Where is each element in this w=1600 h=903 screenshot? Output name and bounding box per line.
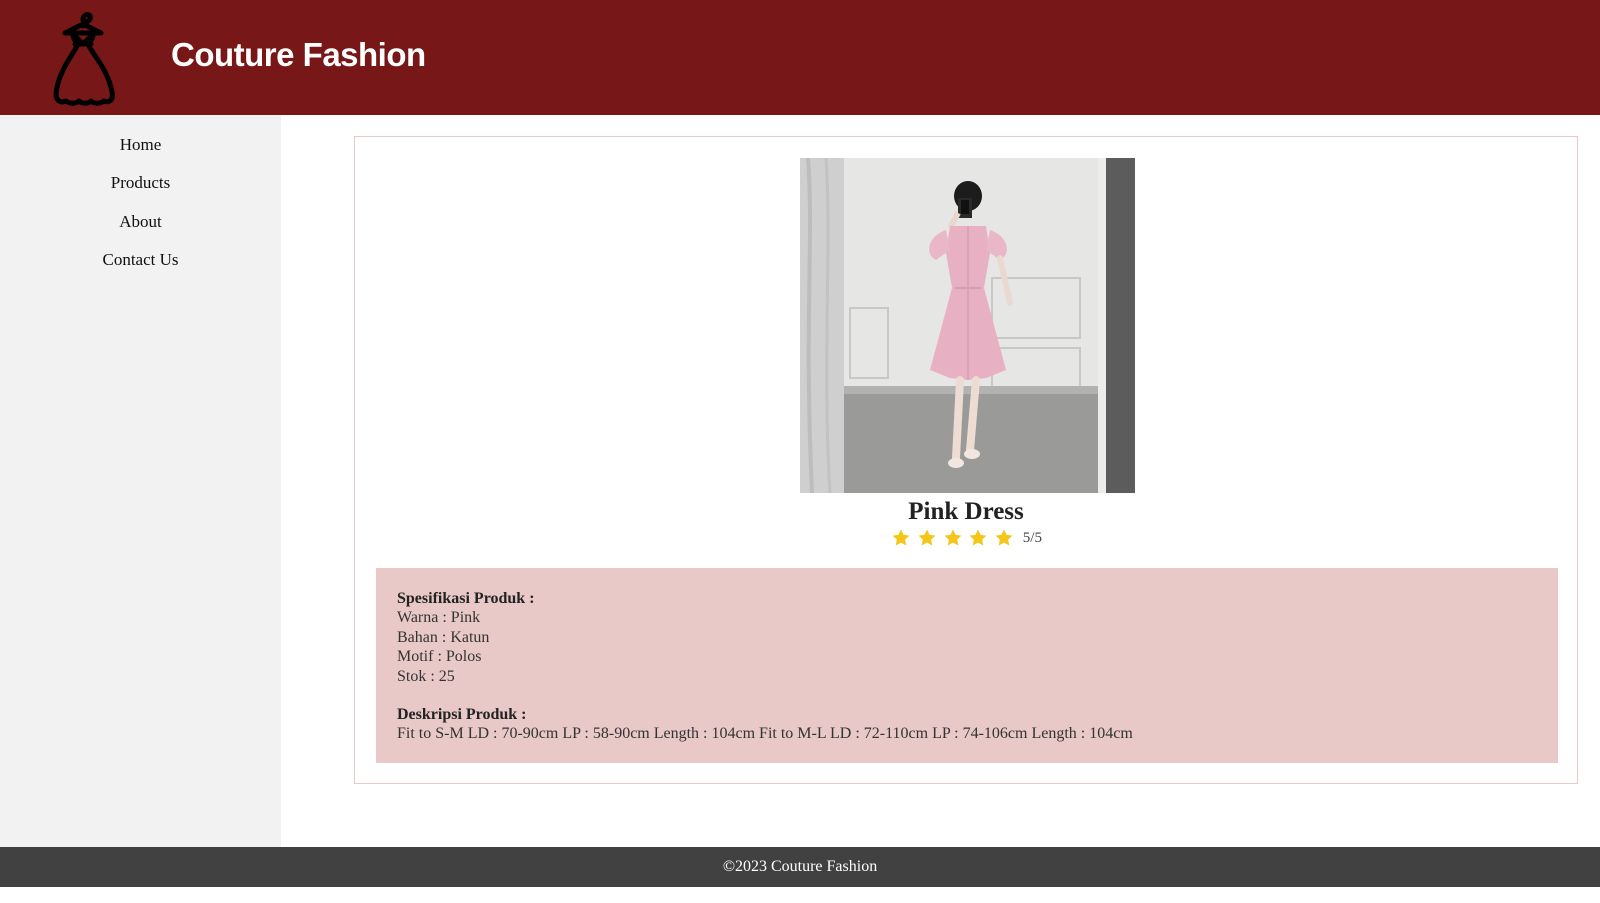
star-icon [891, 528, 911, 548]
product-title: Pink Dress [908, 498, 1024, 525]
product-card: Pink Dress 5/5 Spesifikasi Produk : Warn… [354, 136, 1578, 784]
footer-copyright: ©2023 Couture Fashion [722, 858, 878, 875]
brand-title[interactable]: Couture Fashion [171, 36, 426, 74]
sidebar-item-contact-us[interactable]: Contact Us [0, 250, 281, 270]
star-icon [994, 528, 1014, 548]
product-rating: 5/5 [355, 528, 1577, 548]
sidebar-item-about[interactable]: About [0, 212, 281, 232]
sidebar-nav: Home Products About Contact Us [0, 115, 281, 847]
spec-motif: Motif : Polos [397, 648, 482, 666]
spec-material: Bahan : Katun [397, 628, 490, 646]
site-footer: ©2023 Couture Fashion [0, 847, 1600, 887]
star-icon [968, 528, 988, 548]
spec-stock: Stok : 25 [397, 667, 455, 685]
description-text: Fit to S-M LD : 70-90cm LP : 58-90cm Len… [397, 725, 1133, 743]
product-details: Spesifikasi Produk : Warna : Pink Bahan … [376, 568, 1558, 763]
site-header: Couture Fashion [0, 0, 1600, 115]
star-icon [943, 528, 963, 548]
sidebar-item-products[interactable]: Products [0, 173, 281, 193]
dress-icon[interactable] [48, 8, 118, 108]
spec-color: Warna : Pink [397, 609, 481, 627]
spec-heading: Spesifikasi Produk : [397, 590, 535, 607]
product-image [800, 158, 1135, 493]
rating-value: 5/5 [1022, 529, 1042, 546]
star-icon [917, 528, 937, 548]
description-heading: Deskripsi Produk : [397, 706, 527, 724]
rating-stars [890, 528, 1015, 548]
sidebar-item-home[interactable]: Home [0, 135, 281, 155]
